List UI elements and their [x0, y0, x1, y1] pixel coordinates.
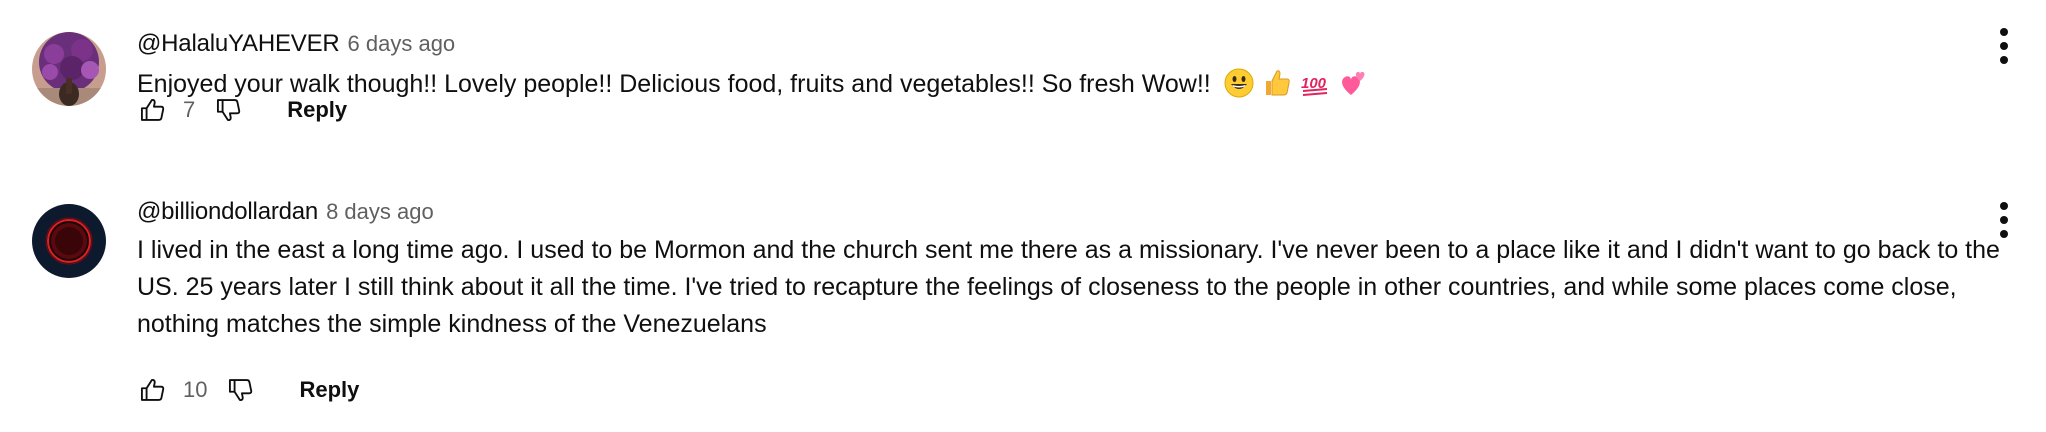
more-vertical-icon — [2000, 28, 2008, 36]
two-hearts-icon — [1341, 71, 1365, 95]
avatar-image — [32, 204, 106, 278]
more-vertical-icon-dot — [2000, 230, 2008, 238]
comment-thread: @billiondollardan 8 days ago I lived in … — [0, 170, 2046, 432]
comment-author[interactable]: @HalaluYAHEVER — [137, 30, 340, 58]
comment-menu-button[interactable] — [1992, 202, 2016, 238]
thumbs-up-outline-icon — [140, 99, 165, 121]
dislike-button[interactable] — [225, 374, 257, 406]
thumbs-up-icon — [1265, 70, 1290, 96]
comment-timestamp[interactable]: 8 days ago — [326, 199, 434, 225]
comment-thread: @HalaluYAHEVER 6 days ago Enjoyed your w… — [0, 0, 2046, 170]
thumbs-down-outline-icon — [229, 379, 253, 401]
hundred-points-icon: 100 — [1301, 75, 1327, 96]
more-vertical-icon-dot — [2000, 56, 2008, 64]
reply-button[interactable]: Reply — [287, 97, 347, 123]
reply-button[interactable]: Reply — [299, 377, 359, 403]
comment-actions: 10 Reply — [137, 370, 359, 410]
emoji-group: 100 — [1224, 68, 1368, 98]
more-vertical-icon — [2000, 202, 2008, 210]
comment-text: Enjoyed your walk though!! Lovely people… — [137, 66, 2038, 103]
dislike-button[interactable] — [213, 94, 245, 126]
more-vertical-icon-dot — [2000, 216, 2008, 224]
like-count: 7 — [183, 97, 196, 122]
avatar-image — [32, 32, 106, 106]
like-count: 10 — [183, 377, 208, 402]
avatar[interactable] — [32, 204, 106, 278]
grinning-face-icon — [1224, 68, 1254, 98]
more-vertical-icon-dot — [2000, 42, 2008, 50]
comment-author[interactable]: @billiondollardan — [137, 198, 318, 226]
comment-actions: 7 Reply — [137, 90, 347, 130]
avatar[interactable] — [32, 32, 106, 106]
comment-timestamp[interactable]: 6 days ago — [348, 31, 456, 57]
comment-text: I lived in the east a long time ago. I u… — [137, 236, 2000, 338]
like-button[interactable] — [137, 374, 169, 406]
like-button[interactable] — [137, 94, 169, 126]
comment-menu-button[interactable] — [1992, 28, 2016, 64]
thumbs-down-outline-icon — [217, 99, 241, 121]
thumbs-up-outline-icon — [140, 379, 165, 401]
